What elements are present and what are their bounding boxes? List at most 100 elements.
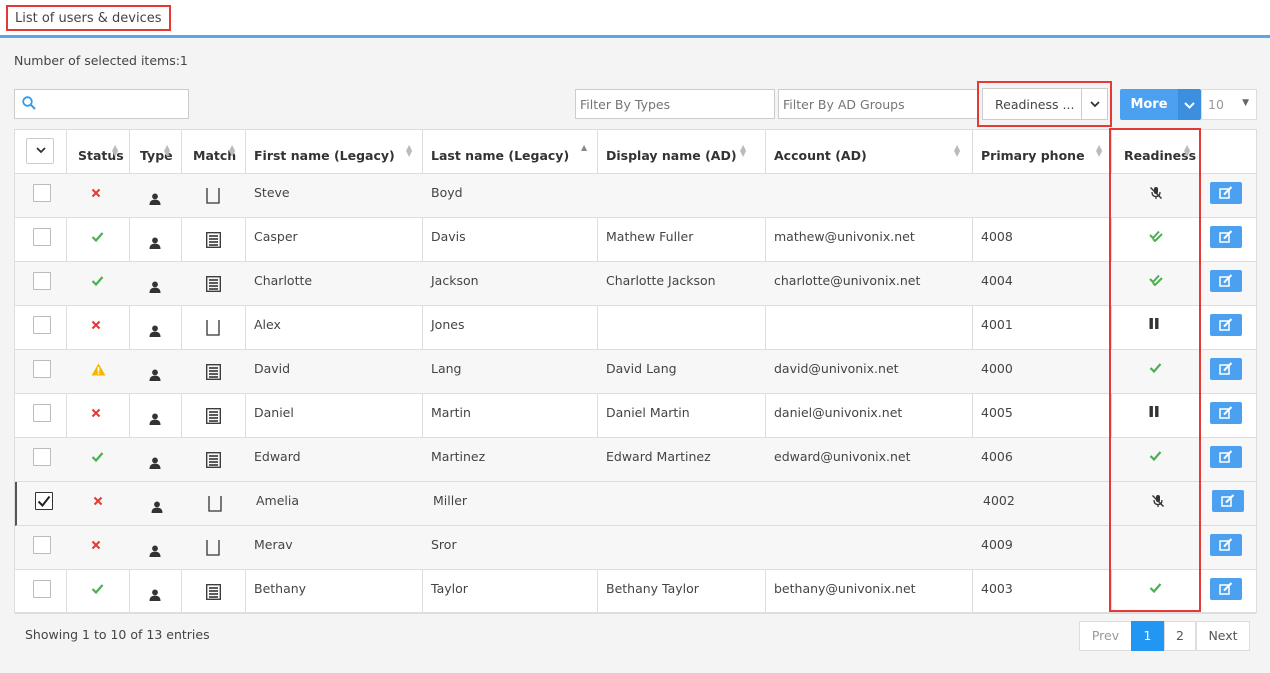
account-cell: daniel@univonix.net xyxy=(774,405,903,420)
primary-phone-cell: 4008 xyxy=(981,229,1013,244)
select-all-dropdown[interactable] xyxy=(26,138,54,164)
first-name-cell: Daniel xyxy=(254,405,294,420)
pagination-next[interactable]: Next xyxy=(1196,621,1250,651)
match-document-icon xyxy=(206,408,221,428)
row-checkbox[interactable] xyxy=(33,316,51,334)
sort-icon[interactable]: ▲ ▼ xyxy=(112,144,118,158)
filter-by-ad-groups-input[interactable] xyxy=(778,89,978,119)
column-header-last-name[interactable]: Last name (Legacy) xyxy=(431,148,569,163)
match-document-icon xyxy=(206,276,221,296)
edit-button[interactable] xyxy=(1210,446,1242,468)
pagination-page-2[interactable]: 2 xyxy=(1164,621,1196,651)
primary-phone-cell: 4009 xyxy=(981,537,1013,552)
page-size-select[interactable]: 10 ▼ xyxy=(1201,89,1257,120)
column-header-display-name[interactable]: Display name (AD) xyxy=(606,148,737,163)
first-name-cell: Steve xyxy=(254,185,290,200)
readiness-pause-icon xyxy=(1149,406,1159,421)
display-name-cell: Bethany Taylor xyxy=(606,581,699,596)
primary-phone-cell: 4002 xyxy=(983,493,1015,508)
first-name-cell: Alex xyxy=(254,317,281,332)
match-document-icon xyxy=(206,452,221,472)
first-name-cell: Edward xyxy=(254,449,301,464)
search-box[interactable] xyxy=(14,89,189,119)
last-name-cell: Boyd xyxy=(431,185,463,200)
row-checkbox[interactable] xyxy=(33,536,51,554)
filter-by-types-input[interactable] xyxy=(575,89,775,119)
edit-button[interactable] xyxy=(1210,182,1242,204)
readiness-mic-off-icon xyxy=(1149,186,1163,204)
edit-button[interactable] xyxy=(1210,578,1242,600)
sort-icon[interactable]: ▲ ▼ xyxy=(740,144,746,158)
edit-button[interactable] xyxy=(1210,314,1242,336)
table-row[interactable]: Charlotte Jackson Charlotte Jackson charlot… xyxy=(15,262,1256,306)
edit-button[interactable] xyxy=(1210,226,1242,248)
match-empty-icon xyxy=(206,320,220,340)
sort-icon[interactable]: ▲ ▼ xyxy=(229,144,235,158)
row-checkbox[interactable] xyxy=(33,404,51,422)
edit-button[interactable] xyxy=(1210,534,1242,556)
column-header-first-name[interactable]: First name (Legacy) xyxy=(254,148,395,163)
sort-icon[interactable]: ▲ ▼ xyxy=(164,144,170,158)
sort-icon[interactable]: ▲ ▼ xyxy=(1096,144,1102,158)
more-dropdown-toggle[interactable] xyxy=(1178,89,1201,120)
table-row[interactable]: David Lang David Lang david@univonix.net 400… xyxy=(15,350,1256,394)
row-checkbox[interactable] xyxy=(33,272,51,290)
table-row[interactable]: Casper Davis Mathew Fuller mathew@univonix.… xyxy=(15,218,1256,262)
row-checkbox[interactable] xyxy=(33,580,51,598)
search-input[interactable] xyxy=(43,92,183,116)
last-name-cell: Davis xyxy=(431,229,466,244)
chevron-down-icon[interactable] xyxy=(1081,89,1107,119)
edit-button[interactable] xyxy=(1210,358,1242,380)
match-document-icon xyxy=(206,364,221,384)
pagination-page-1[interactable]: 1 xyxy=(1131,621,1164,651)
table-row[interactable]: Bethany Taylor Bethany Taylor bethany@univo… xyxy=(15,570,1256,614)
primary-phone-cell: 4001 xyxy=(981,317,1013,332)
column-header-account[interactable]: Account (AD) xyxy=(774,148,867,163)
table-row[interactable]: Edward Martinez Edward Martinez edward@univ… xyxy=(15,438,1256,482)
user-type-icon xyxy=(149,281,161,297)
table-row[interactable]: Alex Jones 4001 xyxy=(15,306,1256,350)
readiness-double-check-icon xyxy=(1149,274,1163,290)
row-checkbox[interactable] xyxy=(33,228,51,246)
readiness-check-icon xyxy=(1149,362,1162,377)
readiness-check-icon xyxy=(1149,582,1162,597)
primary-phone-cell: 4000 xyxy=(981,361,1013,376)
sort-icon[interactable]: ▲ ▼ xyxy=(406,144,412,158)
more-button[interactable]: More xyxy=(1120,89,1178,120)
row-checkbox[interactable] xyxy=(33,184,51,202)
last-name-cell: Lang xyxy=(431,361,462,376)
user-type-icon xyxy=(149,369,161,385)
search-icon xyxy=(22,96,36,110)
sort-ascending-icon[interactable]: ▲ xyxy=(581,144,587,152)
match-document-icon xyxy=(206,584,221,604)
last-name-cell: Jones xyxy=(431,317,465,332)
table-row[interactable]: Merav Sror 4009 xyxy=(15,526,1256,570)
selected-count: Number of selected items:1 xyxy=(14,53,188,68)
account-cell: edward@univonix.net xyxy=(774,449,911,464)
match-empty-icon xyxy=(206,188,220,208)
table-row[interactable]: Amelia Miller 4002 xyxy=(15,482,1256,526)
edit-button[interactable] xyxy=(1210,270,1242,292)
edit-button[interactable] xyxy=(1212,490,1244,512)
table-row[interactable]: Steve Boyd xyxy=(15,174,1256,218)
first-name-cell: David xyxy=(254,361,291,376)
row-checkbox[interactable] xyxy=(33,448,51,466)
status-x-icon xyxy=(93,495,103,510)
last-name-cell: Sror xyxy=(431,537,457,552)
display-name-cell: David Lang xyxy=(606,361,677,376)
pagination-prev[interactable]: Prev xyxy=(1079,621,1132,651)
row-checkbox[interactable] xyxy=(33,360,51,378)
column-header-primary-phone[interactable]: Primary phone xyxy=(981,148,1085,163)
edit-button[interactable] xyxy=(1210,402,1242,424)
user-type-icon xyxy=(149,193,161,209)
display-name-cell: Charlotte Jackson xyxy=(606,273,716,288)
table-header: Status ▲ ▼ Type ▲ ▼ Match ▲ ▼ First name (L… xyxy=(15,130,1256,174)
first-name-cell: Merav xyxy=(254,537,293,552)
row-checkbox[interactable] xyxy=(35,492,53,510)
display-name-cell: Mathew Fuller xyxy=(606,229,694,244)
last-name-cell: Martin xyxy=(431,405,471,420)
readiness-filter-select[interactable]: Readiness ... xyxy=(982,88,1108,120)
table-row[interactable]: Daniel Martin Daniel Martin daniel@univonix… xyxy=(15,394,1256,438)
sort-icon[interactable]: ▲ ▼ xyxy=(1184,144,1190,158)
sort-icon[interactable]: ▲ ▼ xyxy=(954,144,960,158)
